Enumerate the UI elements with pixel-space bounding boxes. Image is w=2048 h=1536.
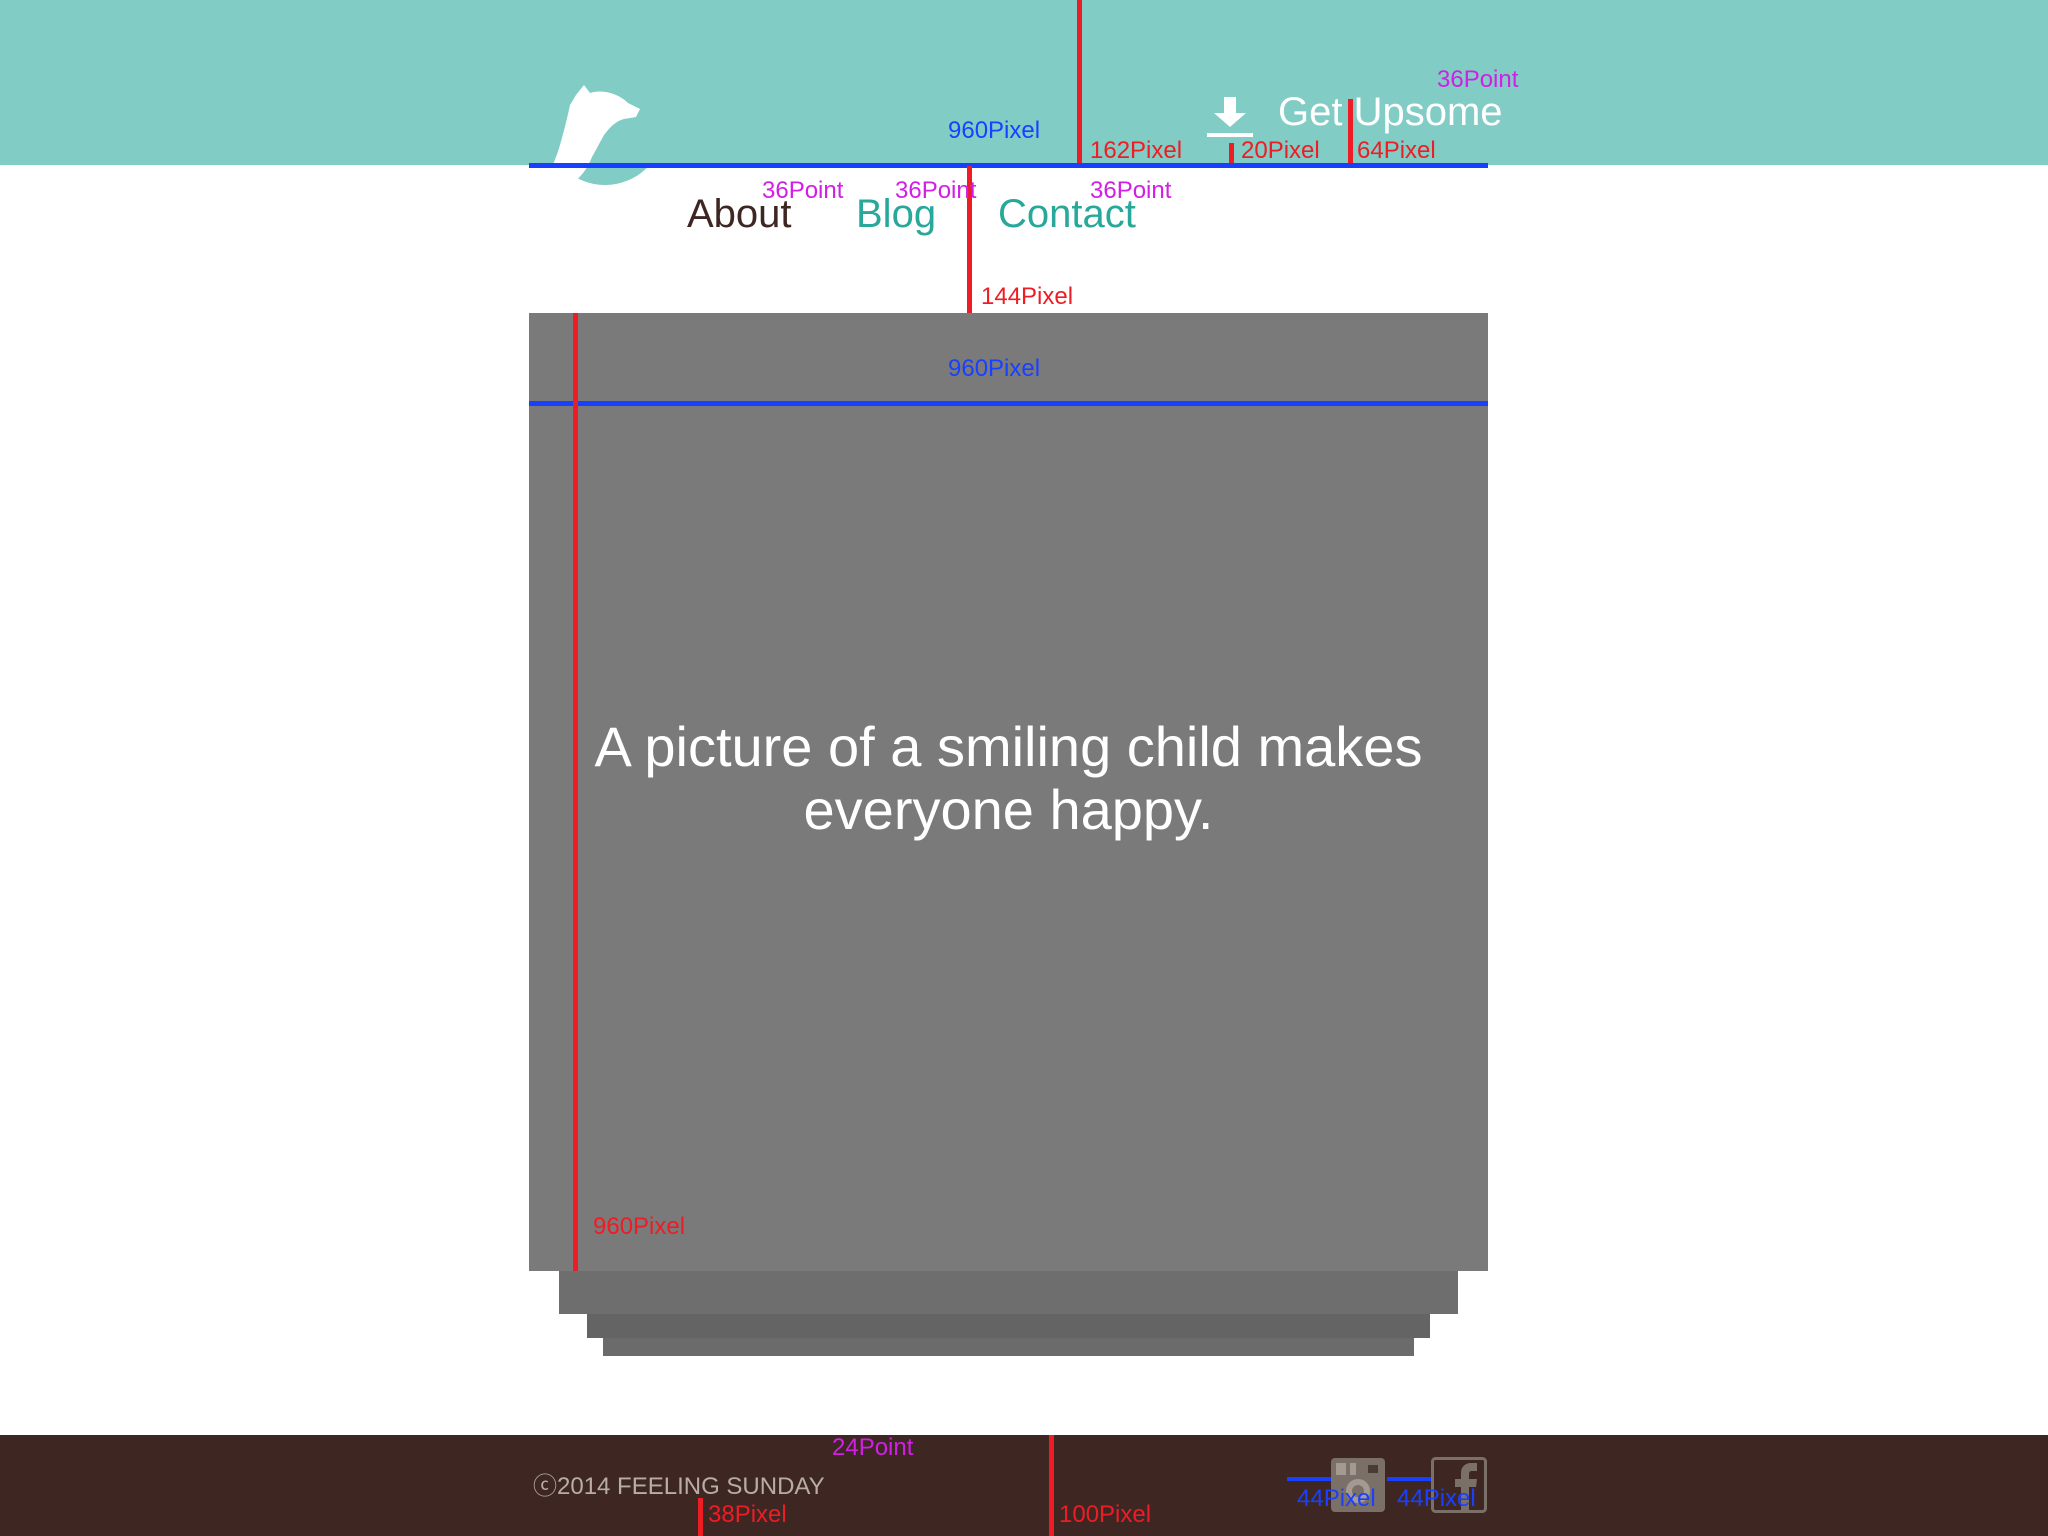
- footer: [0, 1435, 2048, 1536]
- stack-layer-3: [603, 1338, 1414, 1356]
- annotation-get-height: 64Pixel: [1357, 137, 1436, 164]
- measure-line-header-width: [529, 163, 1488, 168]
- annotation-hero-width: 960Pixel: [948, 355, 1041, 382]
- annotation-footer-font: 24Point: [832, 1434, 914, 1461]
- measure-line-ig-width: [1287, 1477, 1331, 1481]
- measure-line-header-height: [1077, 0, 1082, 163]
- get-upsome-link[interactable]: Get Upsome: [1278, 88, 1503, 136]
- annotation-header-width: 960Pixel: [948, 117, 1041, 144]
- measure-line-fb-width: [1387, 1477, 1431, 1481]
- measure-line-footer-height: [1049, 1435, 1054, 1536]
- download-icon[interactable]: [1205, 95, 1255, 139]
- annotation-contact-font: 36Point: [1090, 177, 1172, 204]
- annotation-header-height: 162Pixel: [1090, 137, 1183, 164]
- stack-layer-1: [559, 1271, 1458, 1314]
- annotation-about-font: 36Point: [762, 177, 844, 204]
- measure-line-hero-width: [529, 401, 1488, 406]
- annotation-ig-size: 44Pixel: [1297, 1485, 1376, 1512]
- annotation-hero-height: 960Pixel: [593, 1213, 686, 1240]
- annotation-get-font: 36Point: [1437, 66, 1519, 93]
- measure-line-footer-text: [698, 1498, 703, 1536]
- annotation-blog-font: 36Point: [895, 177, 977, 204]
- giraffe-logo-icon[interactable]: [540, 85, 670, 195]
- copyright-text: ⓒ2014 FEELING SUNDAY: [533, 1473, 825, 1500]
- measure-line-get-height: [1348, 99, 1353, 163]
- stack-layer-2: [587, 1314, 1430, 1338]
- hero-caption: A picture of a smiling child makes every…: [594, 715, 1423, 841]
- annotation-footer-text-offset: 38Pixel: [708, 1501, 787, 1528]
- measure-line-hero-height: [573, 313, 578, 1271]
- measure-line-icon-gap: [1229, 143, 1234, 163]
- annotation-fb-size: 44Pixel: [1397, 1485, 1476, 1512]
- annotation-footer-height: 100Pixel: [1059, 1501, 1152, 1528]
- annotation-icon-gap: 20Pixel: [1241, 137, 1320, 164]
- annotation-nav-gap: 144Pixel: [981, 283, 1074, 310]
